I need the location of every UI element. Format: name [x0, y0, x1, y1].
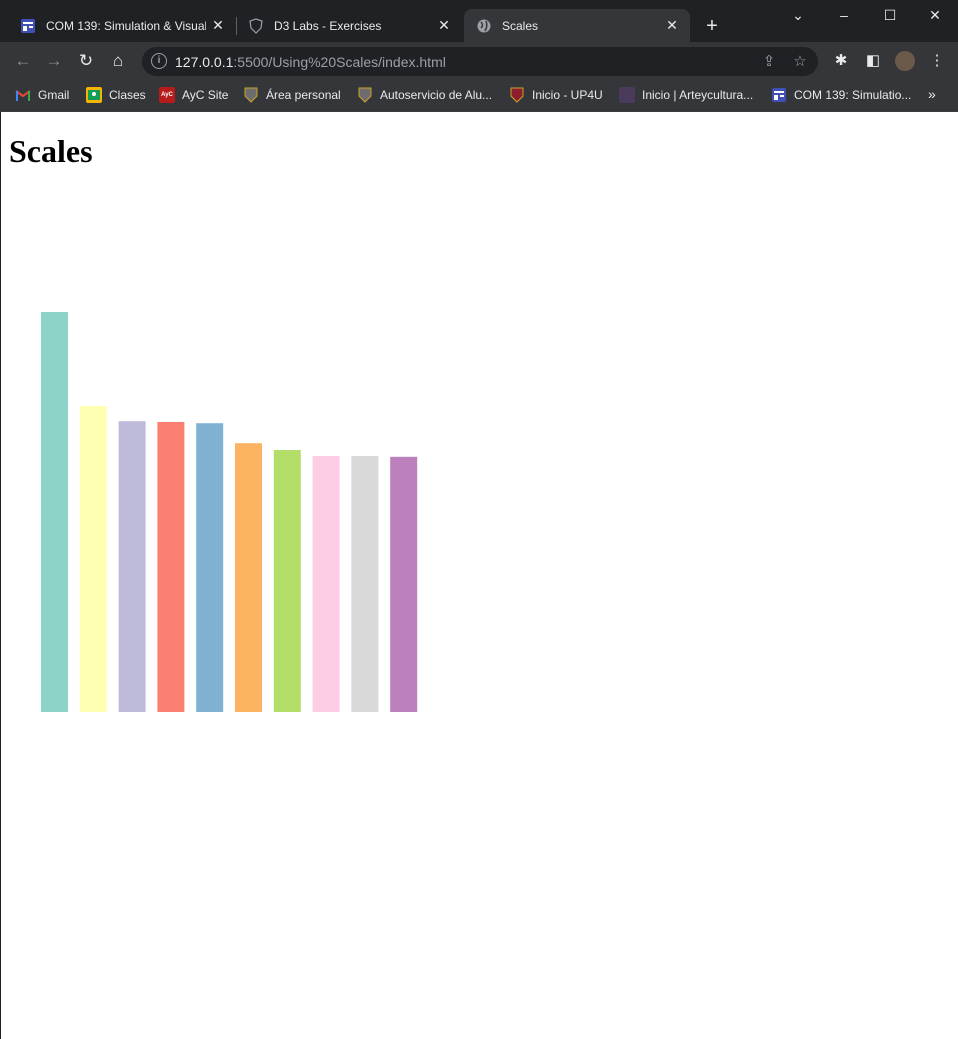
tab-com139[interactable]: COM 139: Simulation & Visuali ✕ [8, 9, 236, 42]
page-viewport: Scales [1, 112, 958, 1039]
close-tab-icon[interactable]: ✕ [206, 17, 230, 34]
classroom-icon [86, 87, 102, 103]
site-info-icon[interactable]: i [151, 53, 167, 69]
crest-icon [509, 87, 525, 103]
url-text: 127.0.0.1:5500/Using%20Scales/index.html [175, 54, 446, 70]
bar-6 [235, 443, 262, 712]
bookmark-star-icon[interactable]: ☆ [789, 51, 811, 73]
tab-d3-labs[interactable]: D3 Labs - Exercises ✕ [236, 9, 462, 42]
bar-chart [41, 312, 418, 712]
tab-scales[interactable]: Scales ✕ [464, 9, 690, 42]
forward-button[interactable]: → [41, 48, 67, 74]
bar-5 [196, 423, 224, 712]
side-panel-icon[interactable]: ◧ [862, 50, 884, 72]
profile-avatar[interactable] [895, 51, 915, 71]
minimize-button[interactable]: – [821, 0, 867, 32]
gmail-icon [15, 87, 31, 103]
bookmark-arteycultura[interactable]: Inicio | Arteycultura... [619, 86, 753, 104]
ayc-icon: AyC [159, 87, 175, 103]
extensions-icon[interactable]: ✱ [830, 50, 852, 72]
bar-3 [118, 421, 146, 712]
tab-title: Scales [502, 18, 539, 33]
tab-title: COM 139: Simulation & Visuali [46, 18, 206, 33]
reload-button[interactable]: ↻ [73, 48, 99, 74]
globe-icon [476, 18, 492, 34]
maximize-button[interactable]: ☐ [867, 0, 913, 32]
tab-title: D3 Labs - Exercises [274, 18, 382, 33]
share-icon[interactable]: ⇪ [758, 51, 780, 73]
shield-icon [248, 17, 264, 34]
bookmark-area-personal[interactable]: Área personal [243, 86, 341, 104]
bar-8 [312, 456, 340, 712]
back-button[interactable]: ← [10, 48, 36, 74]
home-button[interactable]: ⌂ [105, 48, 131, 74]
calendar-icon [771, 87, 787, 103]
tab-search-icon[interactable]: ⌄ [775, 0, 821, 32]
tab-strip: COM 139: Simulation & Visuali ✕ D3 Labs … [0, 0, 958, 42]
close-window-button[interactable]: ✕ [912, 0, 958, 32]
arte-icon [619, 87, 635, 103]
bar-1 [41, 312, 68, 712]
calendar-icon [20, 18, 36, 34]
bookmark-com139[interactable]: COM 139: Simulatio... [771, 86, 911, 104]
bookmarks-bar: Gmail Clases AyC AyC Site Área personal … [0, 79, 958, 112]
crest-icon [357, 87, 373, 103]
bar-10 [390, 456, 418, 712]
bookmark-inicio-up4u[interactable]: Inicio - UP4U [509, 86, 603, 104]
bar-9 [351, 456, 379, 712]
address-bar[interactable]: i 127.0.0.1:5500/Using%20Scales/index.ht… [142, 47, 818, 76]
bar-2 [79, 406, 107, 712]
crest-icon [243, 87, 259, 103]
close-tab-icon[interactable]: ✕ [660, 17, 684, 34]
new-tab-button[interactable]: + [700, 14, 724, 38]
bar-7 [273, 450, 301, 712]
more-bookmarks-icon[interactable]: » [928, 86, 936, 102]
close-tab-icon[interactable]: ✕ [432, 17, 456, 34]
bar-4 [157, 422, 185, 712]
bookmark-gmail[interactable]: Gmail [15, 86, 69, 104]
bookmark-ayc-site[interactable]: AyC AyC Site [159, 86, 228, 104]
browser-toolbar: ← → ↻ ⌂ i 127.0.0.1:5500/Using%20Scales/… [0, 42, 958, 79]
bookmark-autoservicio[interactable]: Autoservicio de Alu... [357, 86, 492, 104]
menu-icon[interactable]: ⋮ [926, 50, 948, 72]
bookmark-clases[interactable]: Clases [86, 86, 146, 104]
